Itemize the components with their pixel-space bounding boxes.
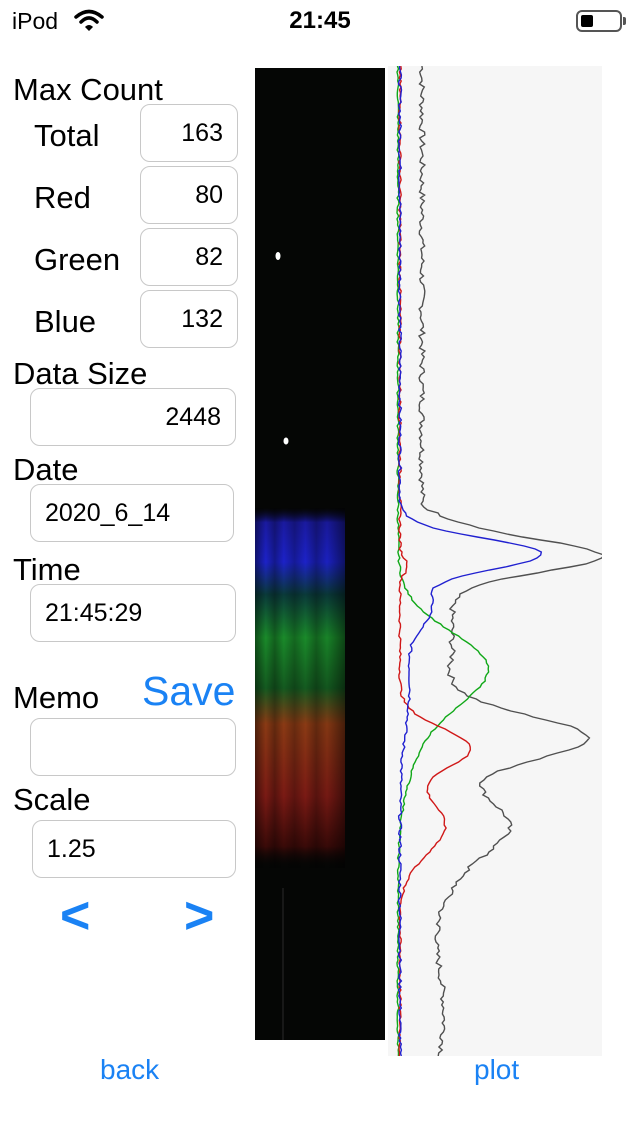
data-size-field[interactable]: 2448: [30, 388, 236, 446]
blue-curve: [397, 65, 543, 1057]
total-field[interactable]: 163: [140, 104, 238, 162]
date-label: Date: [13, 452, 79, 487]
date-field[interactable]: 2020_6_14: [30, 484, 234, 542]
spectrum-image: [255, 68, 385, 1040]
memo-label: Memo: [13, 680, 100, 715]
green-label: Green: [34, 242, 121, 277]
blue-label: Blue: [34, 304, 97, 339]
status-bar: iPod 21:45: [0, 0, 640, 40]
back-link[interactable]: back: [100, 1053, 159, 1087]
red-label: Red: [34, 180, 91, 215]
total-label: Total: [34, 118, 100, 153]
scale-label: Scale: [13, 782, 91, 817]
next-button[interactable]: >: [184, 886, 214, 946]
battery-cap: [623, 17, 626, 25]
plot-link[interactable]: plot: [474, 1053, 519, 1087]
red-field[interactable]: 80: [140, 166, 238, 224]
red-curve: [397, 65, 472, 1057]
status-time: 21:45: [289, 7, 351, 34]
memo-field[interactable]: [30, 718, 236, 776]
time-label: Time: [13, 552, 81, 587]
blue-field[interactable]: 132: [140, 290, 238, 348]
previous-button[interactable]: <: [60, 886, 90, 946]
time-field[interactable]: 21:45:29: [30, 584, 236, 642]
max-count-heading: Max Count: [13, 72, 163, 107]
scale-field[interactable]: 1.25: [32, 820, 236, 878]
total-curve: [417, 65, 606, 1057]
intensity-plot: [388, 65, 606, 1057]
data-size-label: Data Size: [13, 356, 148, 391]
green-field[interactable]: 82: [140, 228, 238, 286]
battery-icon: [576, 10, 622, 32]
save-button[interactable]: Save: [142, 668, 235, 714]
